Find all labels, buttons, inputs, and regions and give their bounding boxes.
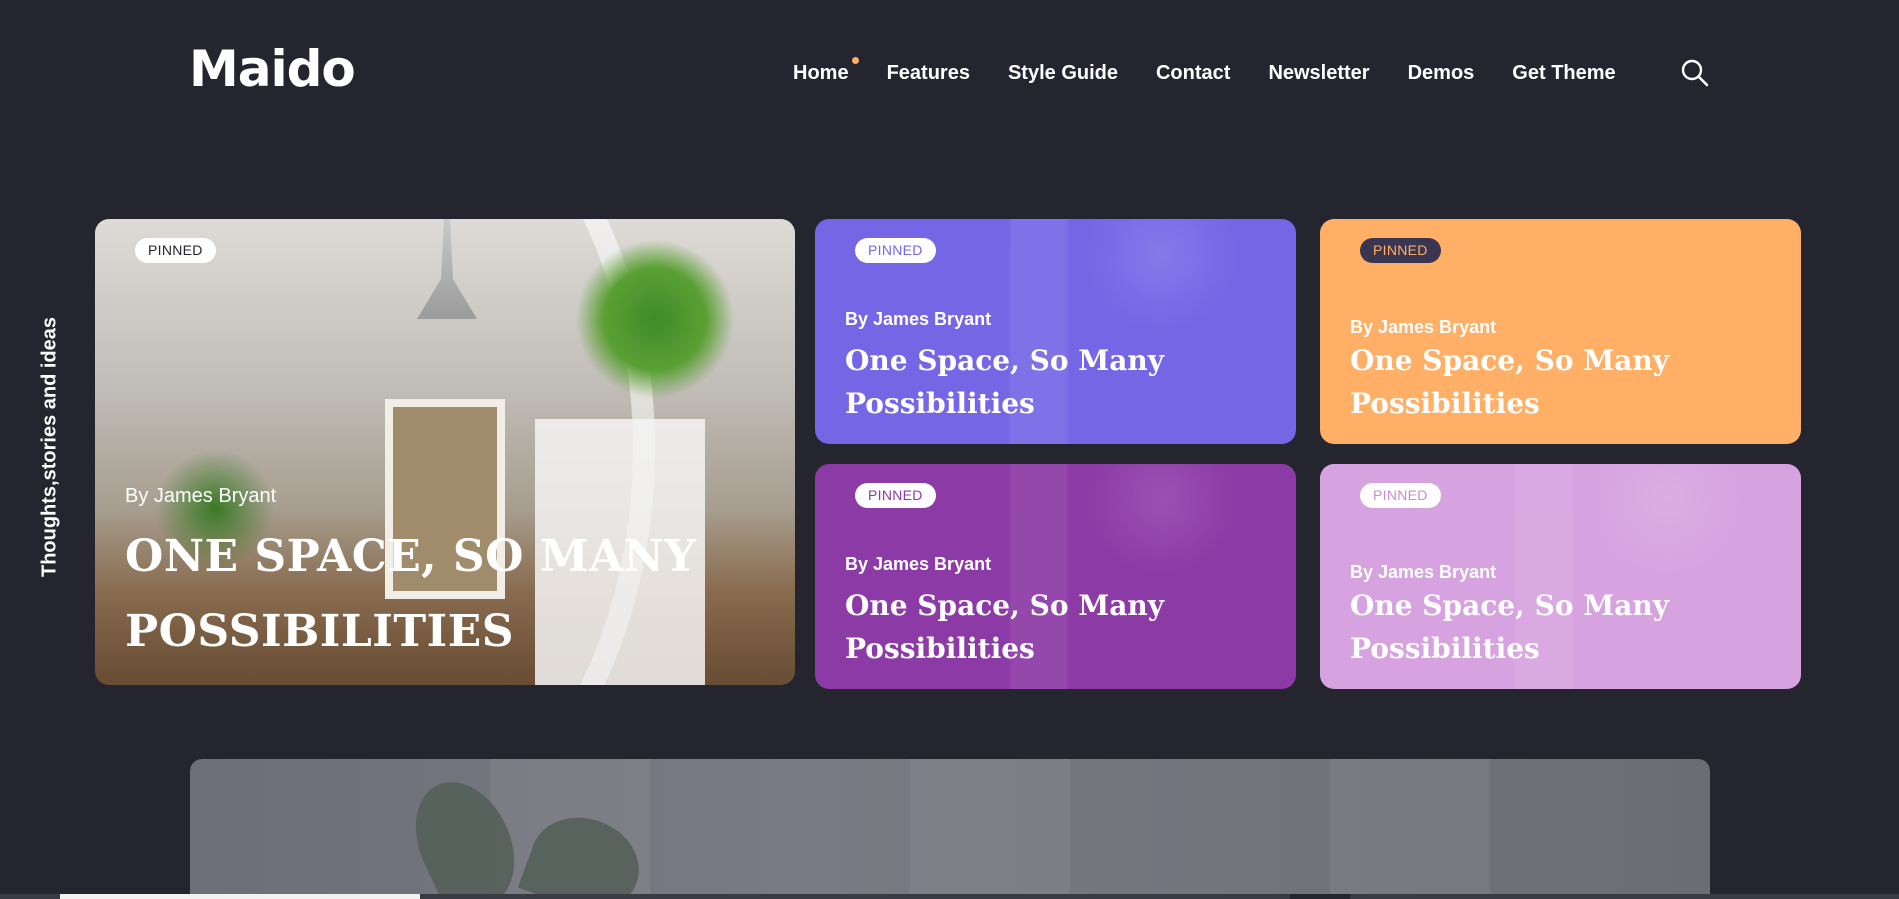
nav-item-features[interactable]: Features [887,62,970,85]
search-icon[interactable] [1680,58,1710,88]
main-nav: Home Features Style Guide Contact Newsle… [793,57,1654,85]
nav-item-newsletter[interactable]: Newsletter [1268,62,1369,85]
site-logo[interactable]: Maido [189,40,356,98]
image-decor [1330,759,1490,899]
pinned-badge: PINNED [1360,238,1441,263]
post-title[interactable]: ONE SPACE, SO MANY POSSIBILITIES [125,519,775,669]
post-author[interactable]: By James Bryant [1350,317,1496,338]
scrollbar-thumb[interactable] [60,894,420,899]
vertical-tagline: Thoughts,stories and ideas [38,316,61,578]
post-author[interactable]: By James Bryant [845,554,991,575]
post-title[interactable]: One Space, So Many Possibilities [1350,339,1780,425]
post-title[interactable]: One Space, So Many Possibilities [1350,584,1780,670]
post-author[interactable]: By James Bryant [1350,562,1496,583]
feature-image[interactable] [190,759,1710,899]
nav-item-home[interactable]: Home [793,57,859,85]
featured-post-card[interactable]: PINNED By James Bryant ONE SPACE, SO MAN… [95,219,795,685]
post-card[interactable]: PINNED By James Bryant One Space, So Man… [1320,219,1801,444]
nav-item-get-theme[interactable]: Get Theme [1512,62,1615,85]
nav-item-style-guide[interactable]: Style Guide [1008,62,1118,85]
pinned-badge: PINNED [1360,483,1441,508]
pinned-badge: PINNED [135,238,216,263]
post-card[interactable]: PINNED By James Bryant One Space, So Man… [815,219,1296,444]
post-title[interactable]: One Space, So Many Possibilities [845,584,1275,670]
post-card[interactable]: PINNED By James Bryant One Space, So Man… [1320,464,1801,689]
image-decor [910,759,1070,899]
image-decor [575,239,735,399]
post-author[interactable]: By James Bryant [845,309,991,330]
post-author[interactable]: By James Bryant [125,485,276,508]
scrollbar-divider [1290,894,1350,899]
pinned-badge: PINNED [855,238,936,263]
post-card[interactable]: PINNED By James Bryant One Space, So Man… [815,464,1296,689]
pinned-badge: PINNED [855,483,936,508]
post-title[interactable]: One Space, So Many Possibilities [845,339,1275,425]
nav-item-demos[interactable]: Demos [1408,62,1475,85]
nav-item-contact[interactable]: Contact [1156,62,1230,85]
